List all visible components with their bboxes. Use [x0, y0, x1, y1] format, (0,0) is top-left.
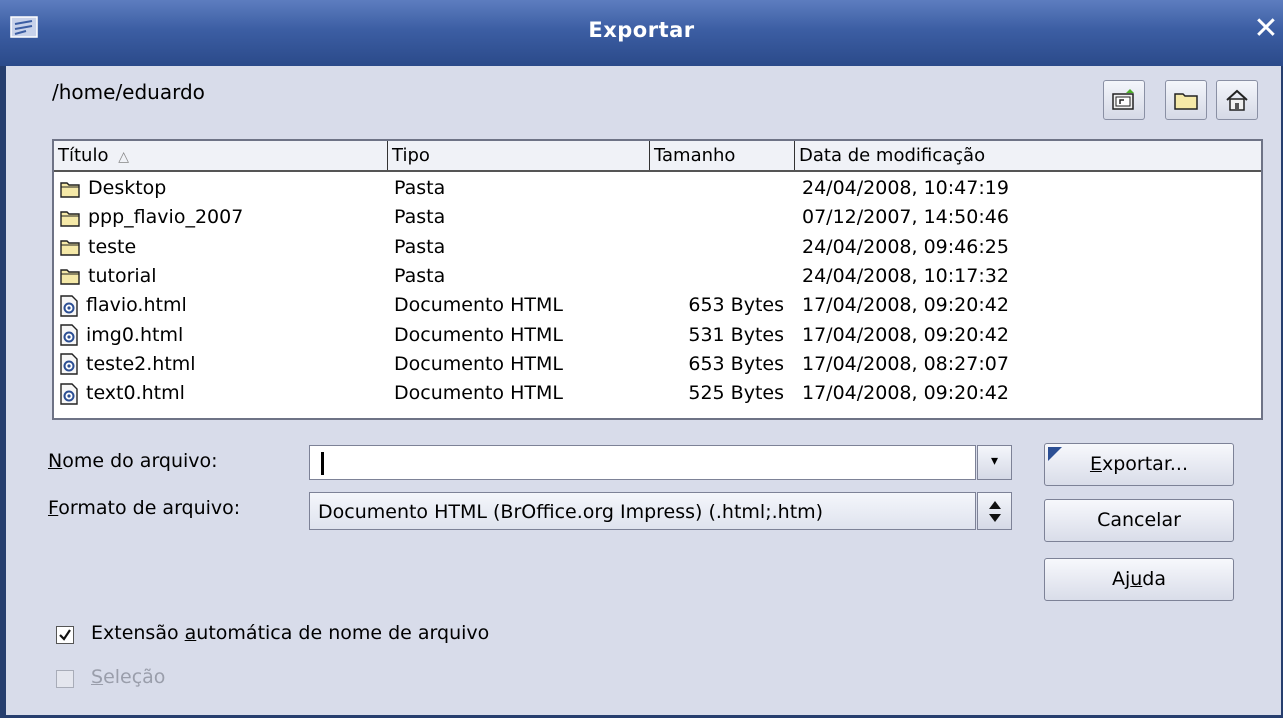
- export-button[interactable]: Exportar...: [1044, 443, 1234, 486]
- file-size: [656, 174, 784, 203]
- sort-ascending-icon: △: [118, 149, 129, 165]
- file-name: tutorial: [88, 264, 157, 287]
- column-header-title[interactable]: Título △: [54, 141, 388, 170]
- file-size: 525 Bytes: [688, 382, 784, 405]
- folder-up-icon: [1112, 89, 1134, 110]
- file-name: ppp_flavio_2007: [88, 206, 244, 229]
- title-bar[interactable]: Exportar ✕: [0, 0, 1283, 66]
- file-modified: 17/04/2008, 09:20:42: [802, 294, 1009, 317]
- window-title: Exportar: [588, 18, 695, 42]
- selection-label: Seleção: [91, 666, 166, 688]
- filename-label: Nome do arquivo:: [48, 450, 218, 472]
- file-row[interactable]: teste Pasta 24/04/2008, 09:46:25: [54, 233, 1261, 262]
- filename-dropdown-button[interactable]: ▾: [977, 445, 1012, 480]
- file-name-cell: flavio.html: [60, 291, 187, 320]
- current-path: /home/eduardo: [52, 80, 205, 104]
- folder-icon: [60, 209, 80, 227]
- file-size: [656, 262, 784, 291]
- format-select-arrows[interactable]: [977, 492, 1012, 530]
- file-name-cell: teste: [60, 233, 136, 262]
- file-size: 653 Bytes: [688, 352, 784, 375]
- chevron-down-icon: ▾: [990, 453, 999, 469]
- file-name-cell: Desktop: [60, 174, 166, 203]
- text-caret: [321, 452, 324, 475]
- file-name: img0.html: [86, 323, 184, 346]
- format-label: Formato de arquivo:: [48, 497, 241, 519]
- auto-extension-label[interactable]: Extensão automática de nome de arquivo: [91, 622, 489, 644]
- home-button[interactable]: [1216, 80, 1258, 120]
- arrow-up-icon: [989, 501, 1001, 509]
- column-header-type[interactable]: Tipo: [388, 141, 650, 170]
- new-folder-icon: [1174, 93, 1198, 110]
- file-modified: 07/12/2007, 14:50:46: [802, 206, 1009, 229]
- file-type: Pasta: [394, 177, 446, 199]
- file-type: Documento HTML: [394, 294, 563, 317]
- html-file-icon: [60, 382, 78, 405]
- column-header-modified[interactable]: Data de modificação: [795, 141, 1263, 170]
- file-row[interactable]: ppp_flavio_2007 Pasta 07/12/2007, 14:50:46: [54, 203, 1261, 232]
- file-row[interactable]: flavio.html Documento HTML 653 Bytes 17/04/…: [54, 291, 1261, 320]
- export-dialog: Exportar ✕ /home/eduardo Título △ Tipo T…: [0, 0, 1283, 718]
- file-size: [656, 233, 784, 262]
- folder-icon: [60, 267, 80, 286]
- selection-checkbox: [56, 670, 74, 688]
- file-name: teste2.html: [86, 352, 196, 375]
- file-size: [656, 203, 784, 232]
- close-icon[interactable]: ✕: [1251, 14, 1281, 44]
- html-file-icon: [60, 294, 78, 317]
- file-size: 653 Bytes: [688, 294, 784, 317]
- filename-input[interactable]: [309, 445, 976, 480]
- file-name: teste: [88, 235, 137, 258]
- folder-up-button[interactable]: [1103, 80, 1145, 120]
- file-type: Documento HTML: [394, 323, 563, 346]
- file-type: Documento HTML: [394, 382, 563, 405]
- html-file-icon: [60, 324, 78, 346]
- new-folder-button[interactable]: [1165, 80, 1207, 120]
- arrow-down-icon: [989, 514, 1001, 522]
- file-name-cell: img0.html: [60, 321, 183, 350]
- file-name: text0.html: [86, 382, 185, 405]
- html-file-icon: [60, 353, 78, 375]
- format-select[interactable]: Documento HTML (BrOffice.org Impress) (.…: [309, 492, 976, 530]
- file-name-cell: tutorial: [60, 262, 157, 291]
- folder-icon: [60, 180, 80, 198]
- file-row[interactable]: tutorial Pasta 24/04/2008, 10:17:32: [54, 262, 1261, 291]
- file-modified: 17/04/2008, 09:20:42: [802, 323, 1009, 346]
- column-header-size[interactable]: Tamanho: [650, 141, 795, 170]
- file-name-cell: teste2.html: [60, 350, 196, 379]
- file-modified: 24/04/2008, 10:47:19: [802, 177, 1009, 199]
- file-type: Pasta: [394, 235, 446, 258]
- file-modified: 17/04/2008, 09:20:42: [802, 382, 1009, 405]
- file-list-header: Título △ Tipo Tamanho Data de modificaçã…: [54, 141, 1261, 172]
- file-row[interactable]: teste2.html Documento HTML 653 Bytes 17/04/…: [54, 350, 1261, 379]
- file-name-cell: text0.html: [60, 379, 185, 408]
- checkmark-icon: [59, 629, 71, 641]
- help-button[interactable]: Ajuda: [1044, 558, 1234, 601]
- file-row[interactable]: text0.html Documento HTML 525 Bytes 17/04/2…: [54, 379, 1261, 408]
- file-type: Documento HTML: [394, 352, 563, 375]
- column-header-title-label: Título: [58, 145, 109, 166]
- file-name: flavio.html: [86, 294, 187, 317]
- file-name: Desktop: [88, 177, 167, 199]
- default-button-marker: [1048, 447, 1062, 461]
- auto-extension-checkbox[interactable]: [56, 626, 74, 644]
- file-modified: 17/04/2008, 08:27:07: [802, 352, 1009, 375]
- file-modified: 24/04/2008, 10:17:32: [802, 264, 1009, 287]
- file-type: Pasta: [394, 206, 446, 229]
- file-row[interactable]: img0.html Documento HTML 531 Bytes 17/04/20…: [54, 321, 1261, 350]
- home-icon: [1226, 89, 1248, 111]
- cancel-button[interactable]: Cancelar: [1044, 499, 1234, 542]
- file-type: Pasta: [394, 264, 446, 287]
- file-size: 531 Bytes: [688, 323, 784, 346]
- file-modified: 24/04/2008, 09:46:25: [802, 235, 1009, 258]
- file-name-cell: ppp_flavio_2007: [60, 203, 243, 232]
- folder-icon: [60, 238, 80, 256]
- file-row[interactable]: Desktop Pasta 24/04/2008, 10:47:19: [54, 174, 1261, 203]
- file-list[interactable]: Título △ Tipo Tamanho Data de modificaçã…: [52, 139, 1263, 420]
